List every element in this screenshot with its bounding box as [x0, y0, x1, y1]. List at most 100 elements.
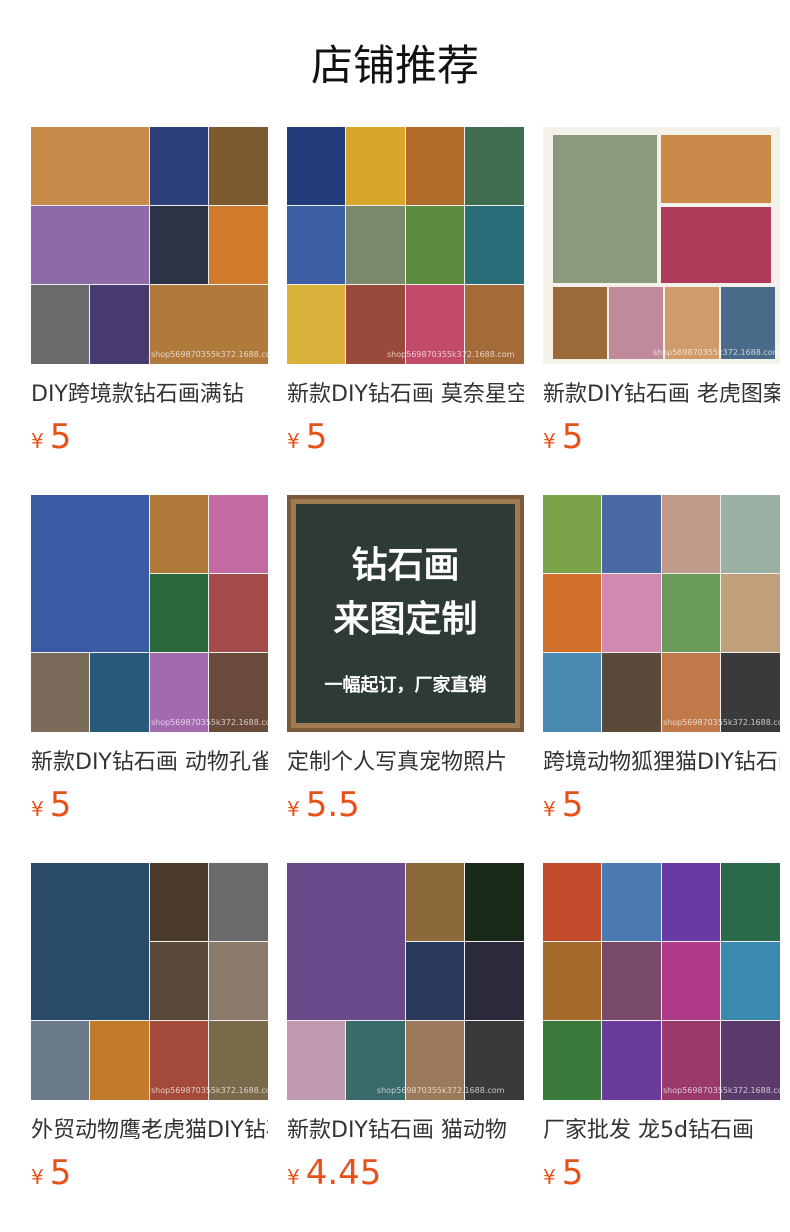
product-price: ¥5.5: [287, 785, 360, 825]
watermark-text: shop569870355k372.1688.com: [653, 348, 780, 357]
currency-symbol: ¥: [287, 429, 300, 453]
product-title[interactable]: 跨境动物狐狸猫DIY钻石画: [543, 747, 780, 779]
product-card[interactable]: shop569870355k372.1688.com 新款DIY钻石画 老虎图案…: [543, 127, 780, 467]
collage-tile: [209, 206, 268, 284]
product-price: ¥5: [543, 417, 583, 457]
watermark-text: shop569870355k372.1688.com: [387, 350, 515, 359]
watermark-text: shop569870355k372.1688.com: [663, 1086, 780, 1095]
custom-order-board: 钻石画 来图定制 一幅起订，厂家直销: [287, 495, 524, 732]
price-value: 4.45: [305, 1153, 382, 1193]
product-title[interactable]: 新款DIY钻石画 莫奈星空: [287, 379, 524, 411]
collage-tile: [406, 863, 464, 941]
collage-tile: [209, 495, 268, 573]
custom-line-3: 一幅起订，厂家直销: [325, 674, 487, 696]
collage-tile: [346, 206, 405, 284]
collage-tile: [465, 127, 524, 205]
price-value: 5: [49, 1153, 72, 1193]
price-value: 5.5: [305, 785, 360, 825]
currency-symbol: ¥: [543, 429, 556, 453]
collage-tile: [662, 574, 720, 652]
price-value: 5: [561, 785, 584, 825]
product-title[interactable]: 新款DIY钻石画 动物孔雀: [31, 747, 268, 779]
collage-tile: [661, 135, 771, 203]
collage-tile: [662, 863, 720, 941]
collage-tile: [150, 942, 208, 1020]
watermark-text: shop569870355k372.1688.com: [151, 718, 268, 727]
product-card[interactable]: shop569870355k372.1688.com 跨境动物狐狸猫DIY钻石画…: [543, 495, 780, 835]
product-image[interactable]: shop569870355k372.1688.com: [31, 495, 268, 732]
collage-tile: [150, 863, 208, 941]
product-price: ¥5: [543, 785, 583, 825]
product-price: ¥5: [543, 1153, 583, 1193]
collage-tile: [543, 863, 601, 941]
currency-symbol: ¥: [31, 1165, 44, 1189]
collage-tile: [543, 1021, 601, 1100]
collage-tile: [602, 863, 661, 941]
collage-tile: [31, 863, 149, 1020]
product-card[interactable]: shop569870355k372.1688.com 新款DIY钻石画 莫奈星空…: [287, 127, 524, 467]
product-image-collage: shop569870355k372.1688.com: [31, 495, 268, 732]
collage-tile: [31, 285, 89, 364]
product-title[interactable]: 新款DIY钻石画 老虎图案: [543, 379, 780, 411]
product-title[interactable]: 定制个人写真宠物照片: [287, 747, 524, 779]
product-card[interactable]: shop569870355k372.1688.com 新款DIY钻石画 动物孔雀…: [31, 495, 268, 835]
price-value: 5: [49, 785, 72, 825]
currency-symbol: ¥: [543, 1165, 556, 1189]
product-image[interactable]: shop569870355k372.1688.com: [31, 863, 268, 1100]
watermark-text: shop569870355k372.1688.com: [377, 1086, 505, 1095]
product-title[interactable]: 厂家批发 龙5d钻石画: [543, 1115, 780, 1147]
collage-tile: [465, 942, 524, 1020]
collage-tile: [406, 206, 464, 284]
collage-tile: [287, 285, 345, 364]
product-image[interactable]: shop569870355k372.1688.com: [31, 127, 268, 364]
collage-tile: [553, 287, 607, 359]
product-image[interactable]: 钻石画 来图定制 一幅起订，厂家直销: [287, 495, 524, 732]
collage-tile: [287, 1021, 345, 1100]
watermark-text: shop569870355k372.1688.com: [663, 718, 780, 727]
product-card[interactable]: shop569870355k372.1688.com 厂家批发 龙5d钻石画 ¥…: [543, 863, 780, 1203]
product-price: ¥4.45: [287, 1153, 381, 1193]
product-image[interactable]: shop569870355k372.1688.com: [543, 127, 780, 364]
product-image[interactable]: shop569870355k372.1688.com: [287, 863, 524, 1100]
collage-tile: [662, 495, 720, 573]
collage-tile: [406, 942, 464, 1020]
product-card[interactable]: shop569870355k372.1688.com 新款DIY钻石画 猫动物 …: [287, 863, 524, 1203]
product-card[interactable]: shop569870355k372.1688.com 外贸动物鹰老虎猫DIY钻石…: [31, 863, 268, 1203]
collage-tile: [662, 942, 720, 1020]
collage-tile: [90, 1021, 149, 1100]
collage-tile: [602, 574, 661, 652]
watermark-text: shop569870355k372.1688.com: [151, 1086, 268, 1095]
product-image[interactable]: shop569870355k372.1688.com: [287, 127, 524, 364]
product-title[interactable]: DIY跨境款钻石画满钻: [31, 379, 268, 411]
collage-tile: [209, 863, 268, 941]
custom-line-1: 钻石画: [351, 545, 459, 586]
currency-symbol: ¥: [31, 797, 44, 821]
collage-tile: [721, 495, 780, 573]
currency-symbol: ¥: [287, 797, 300, 821]
collage-tile: [406, 127, 464, 205]
collage-tile: [543, 653, 601, 732]
collage-tile: [602, 653, 661, 732]
collage-tile: [150, 495, 208, 573]
collage-tile: [31, 127, 149, 205]
product-title[interactable]: 外贸动物鹰老虎猫DIY钻石画: [31, 1115, 268, 1147]
collage-tile: [287, 206, 345, 284]
collage-tile: [287, 127, 345, 205]
product-image[interactable]: shop569870355k372.1688.com: [543, 863, 780, 1100]
price-value: 5: [561, 1153, 584, 1193]
collage-tile: [543, 574, 601, 652]
product-price: ¥5: [31, 785, 71, 825]
product-price: ¥5: [287, 417, 327, 457]
product-card[interactable]: shop569870355k372.1688.com DIY跨境款钻石画满钻 ¥…: [31, 127, 268, 467]
price-value: 5: [561, 417, 584, 457]
collage-tile: [90, 285, 149, 364]
product-image-collage: shop569870355k372.1688.com: [287, 863, 524, 1100]
product-price: ¥5: [31, 417, 71, 457]
product-image-collage: shop569870355k372.1688.com: [287, 127, 524, 364]
collage-tile: [209, 942, 268, 1020]
product-title[interactable]: 新款DIY钻石画 猫动物: [287, 1115, 524, 1147]
price-value: 5: [305, 417, 328, 457]
product-card[interactable]: 钻石画 来图定制 一幅起订，厂家直销 定制个人写真宠物照片 ¥5.5: [287, 495, 524, 835]
collage-tile: [465, 206, 524, 284]
product-image[interactable]: shop569870355k372.1688.com: [543, 495, 780, 732]
